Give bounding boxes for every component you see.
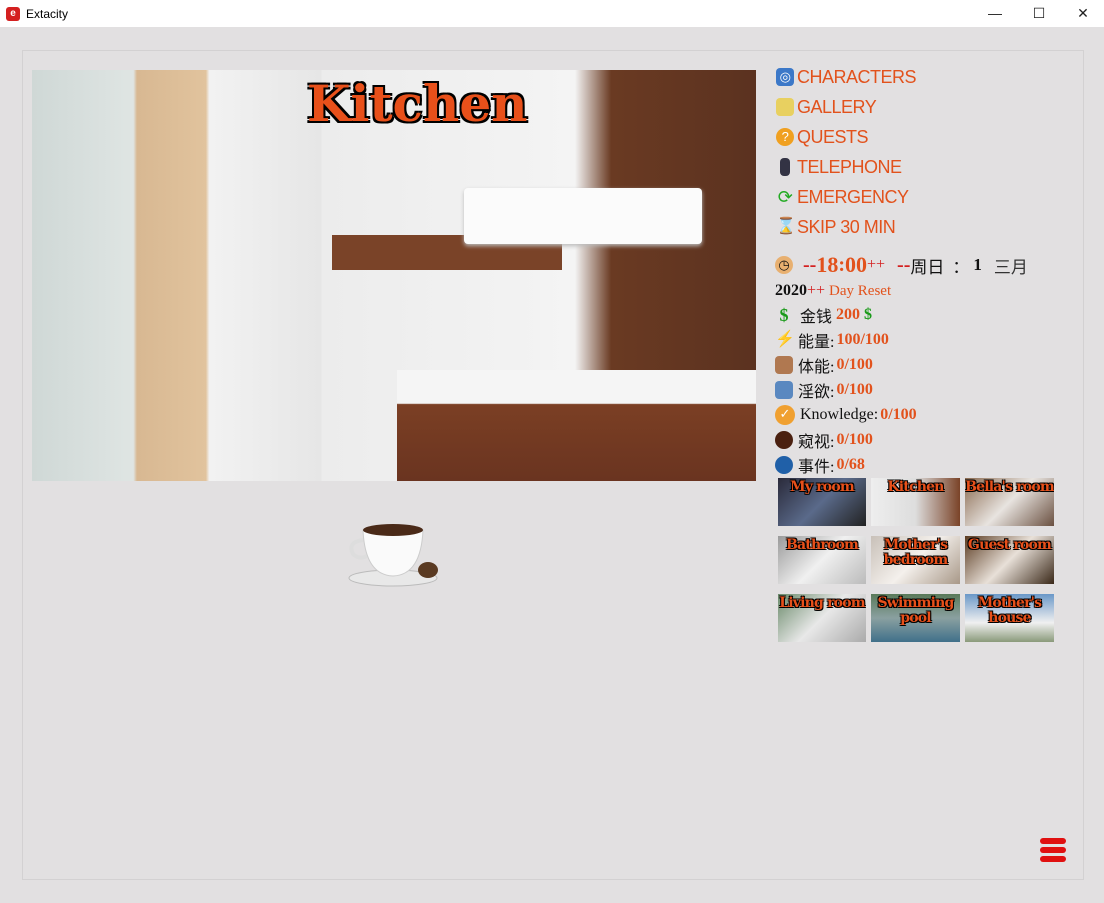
gallery-icon [776, 98, 794, 116]
time-hour: 18 [816, 252, 839, 277]
room-mothers-house[interactable]: Mother's house [965, 594, 1054, 642]
advance-year-link[interactable]: ++ [807, 282, 825, 300]
lust-row: 淫欲: 0/100 [775, 377, 1065, 402]
peek-row: 窥视: 0/100 [775, 427, 1065, 452]
characters-icon: ◎ [776, 68, 794, 86]
time-minute: 00 [845, 252, 867, 277]
status-panel: ◷ -- 18 : 00 ++ -- 周日 ： 1 三月 2020 ++ Day… [775, 250, 1065, 477]
muscle-icon [775, 355, 793, 374]
advance-time-link[interactable]: ++ [867, 256, 885, 274]
events-row: 事件: 0/68 [775, 452, 1065, 477]
menu-quests[interactable]: ? QUESTS [776, 122, 916, 152]
day: 1 [973, 255, 982, 274]
book-icon: ✓ [775, 404, 795, 425]
room-kitchen[interactable]: Kitchen [871, 478, 960, 526]
lust-icon [775, 380, 793, 399]
lightning-icon: ⚡ [775, 330, 795, 348]
menu-gallery[interactable]: GALLERY [776, 92, 916, 122]
menu-characters[interactable]: ◎ CHARACTERS [776, 62, 917, 92]
room-swimming-pool[interactable]: Swimming pool [871, 594, 960, 642]
hamburger-menu-icon[interactable] [1040, 838, 1066, 866]
menu-telephone[interactable]: TELEPHONE [776, 152, 916, 182]
day-reset-link[interactable]: Day Reset [829, 283, 891, 300]
room-living-room[interactable]: Living room [778, 594, 866, 642]
minimize-button[interactable]: — [972, 0, 1018, 27]
money-row: $ 金钱 200 $ [775, 302, 1065, 327]
room-mothers-bedroom[interactable]: Mother's bedroom [871, 536, 960, 584]
knowledge-row: ✓ Knowledge: 0/100 [775, 402, 1065, 427]
year: 2020 [775, 282, 807, 299]
location-title: Kitchen [307, 74, 528, 133]
title-bar: e Extacity — ☐ ✕ [0, 0, 1104, 27]
room-bellas-room[interactable]: Bella's room [965, 478, 1054, 526]
maximize-button[interactable]: ☐ [1016, 0, 1062, 27]
clock-icon: ◷ [775, 256, 793, 274]
dollar-icon: $ [779, 304, 789, 325]
quests-icon: ? [776, 128, 794, 146]
kitchen-lamp [464, 188, 702, 244]
app-logo-icon: e [6, 6, 20, 21]
hourglass-icon: ⌛ [776, 218, 796, 235]
emergency-icon: ⟳ [777, 187, 793, 207]
clock-row: ◷ -- 18 : 00 ++ -- 周日 ： 1 三月 [775, 250, 1065, 280]
ninja-icon [775, 430, 793, 449]
stamina-row: 体能: 0/100 [775, 352, 1065, 377]
main-menu: ◎ CHARACTERS GALLERY ? QUESTS TELEPHONE ⟳ E… [776, 62, 917, 242]
window-title: Extacity [26, 6, 69, 21]
menu-emergency[interactable]: ⟳ EMERGENCY [776, 182, 916, 212]
room-my-room[interactable]: My room [778, 478, 866, 526]
location-image: Kitchen [32, 70, 756, 481]
telephone-icon [780, 158, 790, 176]
room-navigation: My room Kitchen Bella's room Bathroom Mo… [778, 478, 1054, 642]
calendar-icon [775, 455, 793, 474]
weekday: 周日 [910, 257, 945, 277]
close-button[interactable]: ✕ [1060, 0, 1104, 27]
menu-skip-30-min[interactable]: ⌛ SKIP 30 MIN [776, 212, 916, 242]
month: 三月 [993, 257, 1028, 277]
kitchen-island [397, 370, 756, 481]
coffee-cup-icon[interactable] [345, 520, 445, 588]
room-bathroom[interactable]: Bathroom [778, 536, 866, 584]
energy-row: ⚡ 能量: 100/100 [775, 330, 889, 351]
year-row: 2020 ++ Day Reset [775, 280, 1065, 302]
room-guest-room[interactable]: Guest room [965, 536, 1054, 584]
